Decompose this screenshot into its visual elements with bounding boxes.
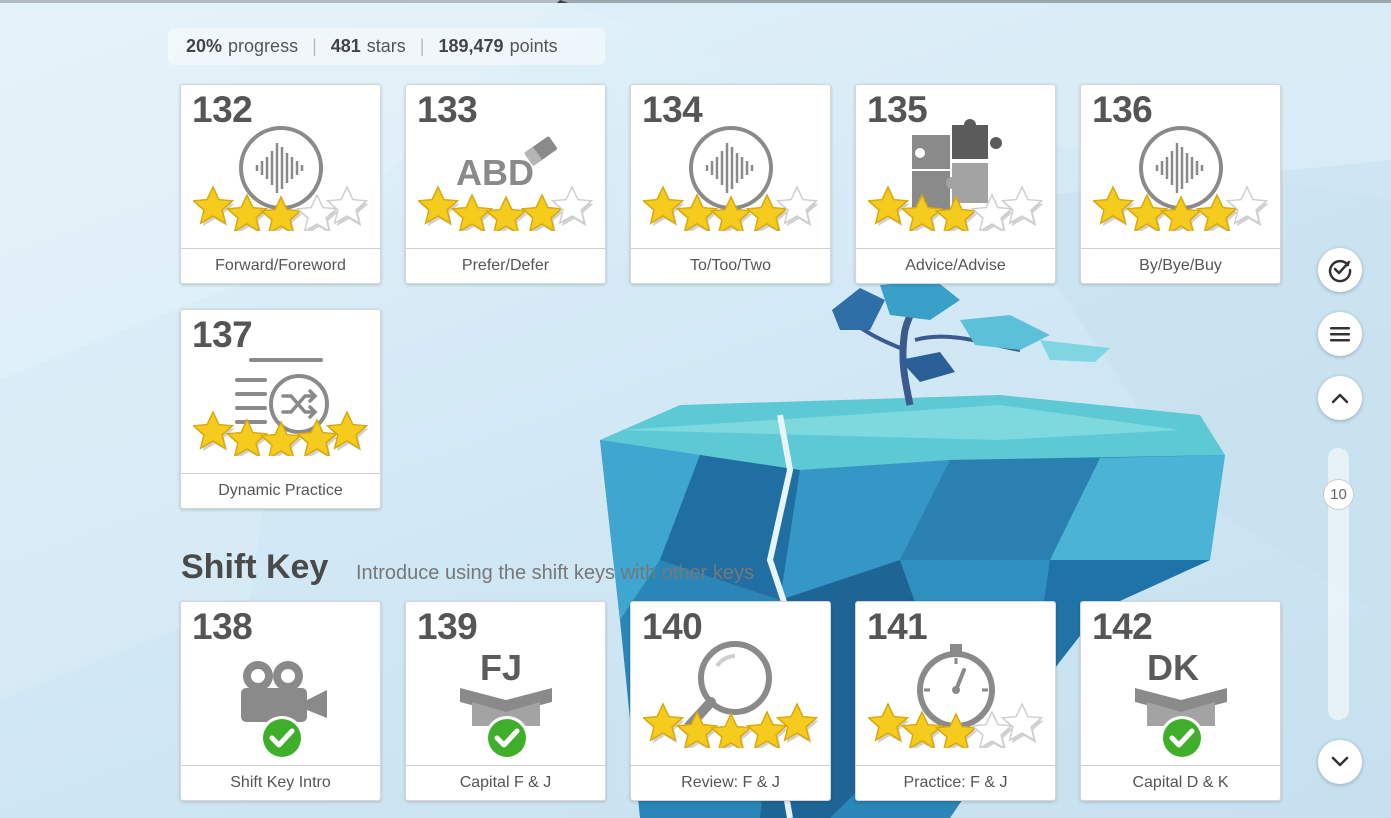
star-empty-icon (1225, 185, 1269, 227)
stats-separator: | (312, 36, 317, 56)
lesson-card-136[interactable]: 136 By/Bye/Buy (1080, 84, 1281, 284)
lesson-card-134[interactable]: 134 To/Too/Two (630, 84, 831, 284)
stars-value: 481 (330, 36, 361, 56)
svg-text:DK: DK (1147, 647, 1199, 688)
lesson-card-135[interactable]: 135 Advice/Advise (855, 84, 1056, 284)
scroll-down-button[interactable] (1318, 740, 1362, 784)
star-filled-icon (709, 195, 753, 231)
stats-bar: 20% progress | 481 stars | 189,479 point… (168, 28, 605, 65)
star-empty-icon (550, 185, 594, 227)
lesson-label: Shift Key Intro (181, 765, 380, 800)
star-rating (868, 702, 1044, 748)
star-filled-icon (259, 420, 303, 456)
scroll-thumb[interactable]: 10 (1323, 479, 1354, 510)
points-value: 189,479 (438, 36, 504, 56)
star-filled-icon (709, 712, 753, 748)
lesson-card-138[interactable]: 138 Shift Key Intro (180, 601, 381, 801)
lesson-label: By/Bye/Buy (1081, 248, 1280, 283)
lesson-card-133[interactable]: 133 ABD Prefer/Defer (405, 84, 606, 284)
lesson-card-142[interactable]: 142 DK Capital D & K (1080, 601, 1281, 801)
lesson-card-132[interactable]: 132 Forward/Foreword (180, 84, 381, 284)
check-circle-icon (1328, 259, 1352, 283)
star-rating (643, 185, 819, 231)
lesson-label: Capital D & K (1081, 765, 1280, 800)
star-empty-icon (1000, 702, 1044, 744)
menu-button[interactable] (1318, 312, 1362, 356)
star-rating (193, 410, 369, 456)
completed-check-icon (485, 716, 529, 760)
chevron-up-icon (1331, 393, 1349, 404)
section-subtitle: Introduce using the shift keys with othe… (356, 562, 754, 584)
scroll-up-button[interactable] (1318, 376, 1362, 420)
star-filled-icon (325, 410, 369, 452)
lesson-label: Dynamic Practice (181, 473, 380, 508)
svg-text:FJ: FJ (480, 647, 522, 688)
star-filled-icon (934, 712, 978, 748)
star-filled-icon (775, 702, 819, 744)
stats-separator: | (419, 36, 425, 56)
star-filled-icon (193, 185, 235, 227)
star-rating (193, 185, 369, 231)
section-title: Shift Key (181, 548, 329, 586)
star-filled-icon (643, 185, 685, 227)
star-rating (643, 702, 819, 748)
stars-label: stars (366, 36, 406, 56)
lesson-label: Review: F & J (631, 765, 830, 800)
lesson-label: Forward/Foreword (181, 248, 380, 283)
star-filled-icon (484, 195, 528, 231)
progress-label: progress (228, 36, 299, 56)
star-rating (868, 185, 1044, 231)
star-filled-icon (418, 185, 460, 227)
check-progress-button[interactable] (1318, 248, 1362, 292)
lesson-card-140[interactable]: 140 Review: F & J (630, 601, 831, 801)
star-filled-icon (934, 195, 978, 231)
completed-check-icon (1160, 716, 1204, 760)
star-filled-icon (193, 410, 235, 452)
lesson-label: Advice/Advise (856, 248, 1055, 283)
completed-check-icon (260, 716, 304, 760)
star-filled-icon (868, 185, 910, 227)
star-filled-icon (868, 702, 910, 744)
progress-value: 20% (186, 36, 223, 56)
star-filled-icon (1093, 185, 1135, 227)
lesson-card-137[interactable]: 137 Dynamic Practice (180, 309, 381, 509)
star-filled-icon (643, 702, 685, 744)
star-empty-icon (775, 185, 819, 227)
lesson-card-139[interactable]: 139 FJ Capital F & J (405, 601, 606, 801)
lesson-label: Practice: F & J (856, 765, 1055, 800)
lesson-label: To/Too/Two (631, 248, 830, 283)
points-label: points (509, 36, 558, 56)
star-empty-icon (325, 185, 369, 227)
lesson-label: Prefer/Defer (406, 248, 605, 283)
hamburger-icon (1330, 327, 1350, 342)
lesson-label: Capital F & J (406, 765, 605, 800)
chevron-down-icon (1331, 756, 1349, 767)
star-rating (418, 185, 594, 231)
lesson-card-141[interactable]: 141 Practice: F & J (855, 601, 1056, 801)
star-rating (1093, 185, 1269, 231)
star-filled-icon (259, 195, 303, 231)
star-empty-icon (1000, 185, 1044, 227)
star-filled-icon (1159, 195, 1203, 231)
top-border (0, 0, 1391, 3)
